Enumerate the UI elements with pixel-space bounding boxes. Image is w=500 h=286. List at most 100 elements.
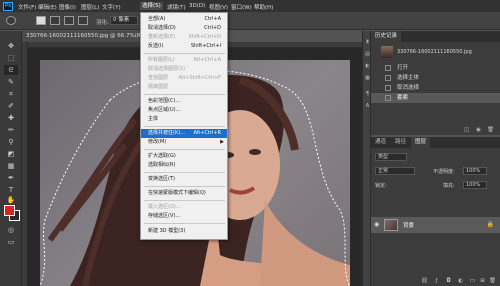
subtract-selection-icon[interactable]: [64, 16, 74, 25]
menu-window[interactable]: 窗口(W): [231, 3, 252, 11]
eye-icon[interactable]: ◉: [374, 221, 379, 228]
adjustments-panel-icon[interactable]: ◐: [364, 63, 371, 69]
link-layers-icon[interactable]: ⛓: [421, 278, 428, 284]
menu-grow[interactable]: 扩大选取(G): [141, 152, 227, 161]
new-group-icon[interactable]: ▭: [469, 278, 476, 284]
opacity-input[interactable]: 100%: [463, 167, 487, 175]
intersect-selection-icon[interactable]: [78, 16, 88, 25]
feather-input[interactable]: 0 像素: [110, 16, 138, 25]
snapshot-name: 330766-16002111160550.jpg: [397, 49, 472, 55]
menu-3d[interactable]: 3D(D): [189, 3, 205, 9]
camera-icon[interactable]: ◉: [475, 127, 482, 133]
lasso-tool-icon[interactable]: ᘓ: [4, 65, 18, 75]
menu-load-selection[interactable]: 载入选区(O)...: [141, 203, 227, 212]
crop-tool-icon[interactable]: ⌗: [4, 89, 18, 99]
menu-color-range[interactable]: 色彩范围(C)...: [141, 97, 227, 106]
healing-brush-tool-icon[interactable]: ✚: [4, 113, 18, 123]
eyedropper-tool-icon[interactable]: ✐: [4, 101, 18, 111]
history-item[interactable]: 选择主体: [371, 73, 500, 83]
menu-save-selection[interactable]: 存储选区(V)...: [141, 212, 227, 221]
menu-select-all[interactable]: 全部(A) Ctrl+A: [141, 15, 227, 24]
add-to-selection-icon[interactable]: [50, 16, 60, 25]
menu-transform-selection[interactable]: 变换选区(T): [141, 175, 227, 184]
adjustment-layer-icon[interactable]: ◐: [457, 278, 464, 284]
menu-image[interactable]: 图像(I): [59, 3, 76, 11]
snapshot-from-state-icon[interactable]: ◫: [463, 127, 470, 133]
save-selection-label: 存储选区(V)...: [148, 213, 181, 219]
brush-tool-icon[interactable]: ✏: [4, 125, 18, 135]
new-selection-icon[interactable]: [36, 16, 46, 25]
menu-all-layers[interactable]: 所有图层(L) Alt+Ctrl+A: [141, 56, 227, 65]
marquee-tool-icon[interactable]: ⬚: [4, 53, 18, 63]
menu-inverse[interactable]: 反选(I) Shift+Ctrl+I: [141, 42, 227, 51]
layer-row-background[interactable]: ◉ 背景 🔒: [371, 217, 500, 233]
menu-view[interactable]: 视图(V): [209, 3, 228, 11]
move-tool-icon[interactable]: ✥: [4, 41, 18, 51]
menu-modify[interactable]: 修改(M) ▶: [141, 138, 227, 147]
color-range-label: 色彩范围(C)...: [148, 98, 181, 104]
menu-file[interactable]: 文件(F): [18, 3, 36, 11]
foreground-color-swatch[interactable]: [4, 205, 15, 216]
submenu-arrow-icon: ▶: [220, 139, 224, 145]
select-all-shortcut: Ctrl+A: [204, 16, 221, 22]
lock-label: 锁定:: [375, 183, 387, 189]
swatches-panel-icon[interactable]: ▦: [364, 75, 371, 81]
history-item-selected[interactable]: 套索: [371, 93, 500, 103]
menu-similar[interactable]: 选取相似(R): [141, 161, 227, 170]
type-tool-icon[interactable]: T: [4, 185, 18, 195]
pen-tool-icon[interactable]: ✒: [4, 173, 18, 183]
new-layer-icon[interactable]: ⊞: [479, 278, 486, 284]
history-snapshot[interactable]: 330766-16002111160550.jpg: [371, 44, 500, 60]
fill-input[interactable]: 100%: [463, 181, 487, 189]
lasso-tool-icon[interactable]: [6, 16, 16, 25]
tab-history[interactable]: 历史记录: [371, 31, 402, 42]
menu-layer[interactable]: 图层(L): [81, 3, 99, 11]
menu-deselect[interactable]: 取消选择(D) Ctrl+D: [141, 24, 227, 33]
clone-stamp-tool-icon[interactable]: ⚲: [4, 137, 18, 147]
eraser-tool-icon[interactable]: ◩: [4, 149, 18, 159]
layer-name: 背景: [403, 223, 415, 229]
tab-paths[interactable]: 路径: [391, 137, 410, 148]
layer-mask-icon[interactable]: ◘: [445, 278, 452, 284]
menu-filter[interactable]: 滤镜(T): [167, 3, 186, 11]
blend-mode-select[interactable]: 正常: [375, 167, 415, 175]
select-and-mask-label: 选择并遮住(K)...: [148, 130, 185, 136]
menu-quick-mask[interactable]: 在快速蒙版模式下编辑(Q): [141, 189, 227, 198]
select-all-label: 全部(A): [148, 16, 166, 22]
history-panel-icon[interactable]: ⧗: [364, 39, 371, 45]
menu-edit[interactable]: 编辑(E): [38, 3, 57, 11]
tab-layers[interactable]: 图层: [411, 137, 431, 148]
history-item[interactable]: 取消选择: [371, 83, 500, 93]
delete-layer-icon[interactable]: 🗑: [489, 278, 496, 284]
layer-kind-filter[interactable]: 类型: [375, 153, 407, 161]
menu-subject[interactable]: 主体: [141, 115, 227, 124]
hand-tool-icon[interactable]: ✋: [4, 195, 18, 205]
properties-panel-icon[interactable]: ▤: [364, 51, 371, 57]
menu-focus-area[interactable]: 焦点区域(U)...: [141, 106, 227, 115]
history-item[interactable]: 打开: [371, 63, 500, 73]
menu-reselect[interactable]: 重新选择(E) Shift+Ctrl+D: [141, 33, 227, 42]
menu-help[interactable]: 帮助(H): [254, 3, 273, 11]
history-step-icon: [385, 85, 391, 91]
all-layers-shortcut: Alt+Ctrl+A: [193, 57, 221, 63]
gradient-tool-icon[interactable]: ▦: [4, 161, 18, 171]
menu-select[interactable]: 选择(S): [140, 2, 163, 10]
menu-separator: [144, 223, 225, 224]
quick-mask-icon[interactable]: ◎: [4, 225, 18, 235]
tab-channels[interactable]: 通道: [371, 137, 390, 148]
select-menu-dropdown: 全部(A) Ctrl+A 取消选择(D) Ctrl+D 重新选择(E) Shift+C…: [140, 12, 228, 240]
deselect-label: 取消选择(D): [148, 25, 176, 31]
menu-new-3d-model[interactable]: 新建 3D 模型(3): [141, 227, 227, 236]
paragraph-panel-icon[interactable]: ¶: [364, 91, 371, 97]
history-item-label: 套索: [397, 95, 409, 101]
menu-select-and-mask[interactable]: 选择并遮住(K)... Alt+Ctrl+R: [141, 129, 227, 138]
menu-isolate-layers[interactable]: 隔离图层: [141, 83, 227, 92]
trash-icon[interactable]: 🗑: [487, 127, 494, 133]
menu-find-layers[interactable]: 查找图层 Alt+Shift+Ctrl+F: [141, 74, 227, 83]
character-panel-icon[interactable]: A: [364, 103, 371, 109]
screen-mode-icon[interactable]: ▭: [4, 237, 18, 247]
fx-icon[interactable]: ƒ: [433, 278, 440, 284]
quick-select-tool-icon[interactable]: ✎: [4, 77, 18, 87]
menu-type[interactable]: 文字(Y): [102, 3, 121, 11]
menu-deselect-layers[interactable]: 取消选择图层(S): [141, 65, 227, 74]
